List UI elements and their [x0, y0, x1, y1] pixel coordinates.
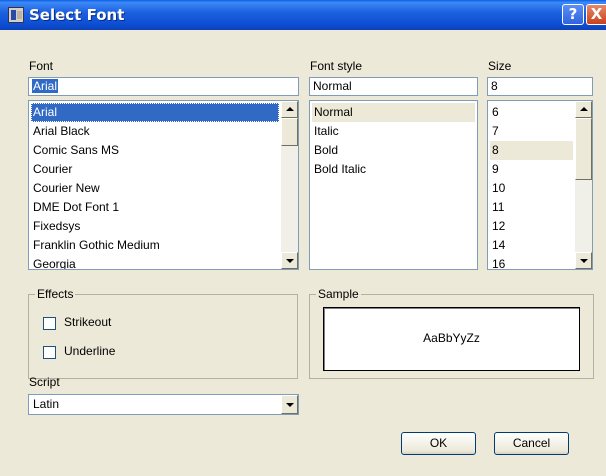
font-style-list-item[interactable]: Bold Italic	[312, 160, 475, 179]
scroll-thumb[interactable]	[575, 118, 592, 180]
size-list-item[interactable]: 11	[490, 198, 573, 217]
close-button[interactable]: X	[586, 4, 606, 25]
font-list-item[interactable]: Arial	[31, 103, 279, 122]
size-list-item[interactable]: 10	[490, 179, 573, 198]
font-style-input[interactable]: Normal	[309, 77, 478, 96]
underline-label[interactable]: Underline	[64, 344, 115, 358]
effects-group: Effects Strikeout Underline	[28, 287, 298, 379]
underline-checkbox[interactable]	[43, 346, 56, 359]
font-list-item[interactable]: Fixedsys	[31, 217, 279, 236]
size-list-item[interactable]: 6	[490, 103, 573, 122]
scroll-up-arrow-icon[interactable]	[281, 101, 298, 118]
scroll-up-arrow-icon[interactable]	[575, 101, 592, 118]
size-list-item[interactable]: 12	[490, 217, 573, 236]
title-bar[interactable]: Select Font ? X	[0, 0, 606, 30]
font-input-value: Arial	[32, 79, 59, 93]
font-input[interactable]: Arial	[28, 77, 299, 96]
size-list-item[interactable]: 7	[490, 122, 573, 141]
effects-title: Effects	[35, 287, 76, 301]
size-list-item[interactable]: 8	[490, 141, 573, 160]
dialog-body: Font Arial Arial Arial Black Comic Sans MS…	[0, 30, 606, 476]
size-list-scrollbar[interactable]	[575, 101, 592, 269]
size-label: Size	[488, 59, 512, 73]
size-input-value: 8	[491, 79, 498, 93]
font-list-item[interactable]: Courier	[31, 160, 279, 179]
sample-text: AaBbYyZz	[423, 331, 480, 345]
size-list-item[interactable]: 16	[490, 255, 573, 269]
font-style-label: Font style	[310, 59, 363, 73]
size-input[interactable]: 8	[487, 77, 593, 96]
strikeout-label[interactable]: Strikeout	[64, 315, 111, 329]
sample-preview: AaBbYyZz	[323, 307, 580, 371]
font-list-scrollbar[interactable]	[281, 101, 298, 269]
chevron-down-icon[interactable]	[281, 395, 298, 414]
script-select-value: Latin	[33, 397, 60, 411]
ok-button[interactable]: OK	[401, 432, 476, 455]
strikeout-checkbox[interactable]	[43, 317, 56, 330]
font-style-list-item[interactable]: Normal	[312, 103, 475, 122]
script-label: Script	[29, 375, 60, 389]
cancel-button[interactable]: Cancel	[494, 432, 569, 455]
select-font-dialog: Select Font ? X Font Arial Arial Arial Bl…	[0, 0, 606, 476]
font-style-list-item[interactable]: Bold	[312, 141, 475, 160]
font-list-item[interactable]: Courier New	[31, 179, 279, 198]
font-list-item[interactable]: DME Dot Font 1	[31, 198, 279, 217]
font-style-input-value: Normal	[313, 79, 352, 93]
scroll-down-arrow-icon[interactable]	[281, 252, 298, 269]
scroll-thumb[interactable]	[281, 118, 298, 146]
size-list[interactable]: 6 7 8 9 10 11 12 14 16	[487, 100, 593, 270]
font-style-list[interactable]: Italic Bold Bold Italic Normal	[309, 100, 478, 270]
font-list[interactable]: Arial Arial Black Comic Sans MS Courier Cour…	[28, 100, 299, 270]
size-list-item[interactable]: 9	[490, 160, 573, 179]
font-list-item[interactable]: Arial Black	[31, 122, 279, 141]
size-list-item[interactable]: 14	[490, 236, 573, 255]
sample-title: Sample	[316, 287, 361, 301]
script-select[interactable]: Latin	[28, 394, 299, 415]
font-list-item[interactable]: Comic Sans MS	[31, 141, 279, 160]
font-style-list-item[interactable]: Italic	[312, 122, 475, 141]
font-list-item[interactable]: Franklin Gothic Medium	[31, 236, 279, 255]
font-label: Font	[29, 59, 54, 73]
window-title: Select Font	[29, 6, 125, 24]
font-list-item[interactable]: Georgia	[31, 255, 279, 269]
scroll-down-arrow-icon[interactable]	[575, 252, 592, 269]
help-button[interactable]: ?	[562, 4, 584, 25]
app-icon	[8, 7, 24, 23]
